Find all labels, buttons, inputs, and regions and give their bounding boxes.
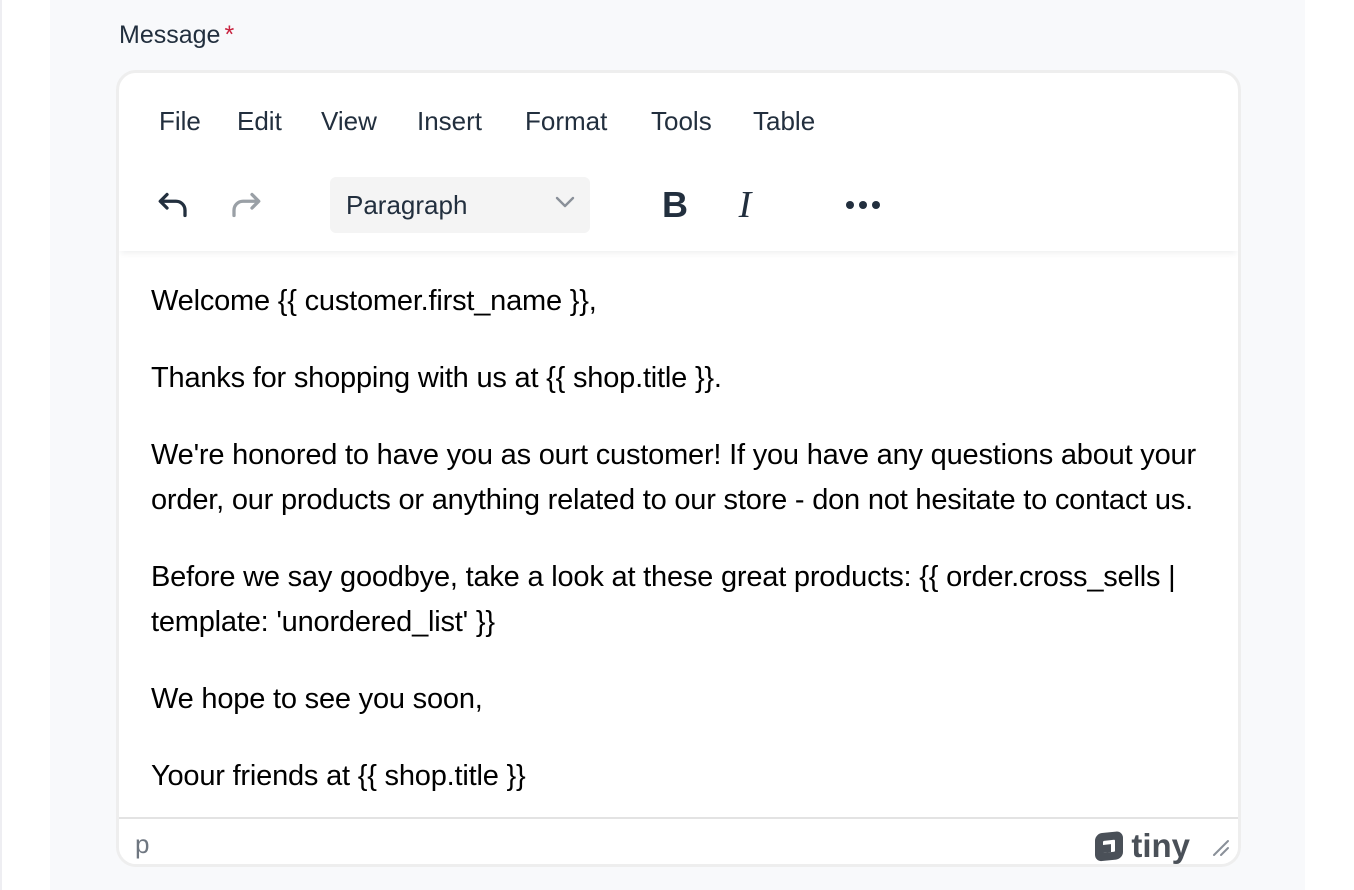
editor-content-area[interactable]: Welcome {{ customer.first_name }}, Thank… (119, 251, 1238, 817)
menu-file[interactable]: File (159, 103, 201, 139)
message-field-label: Message * (119, 19, 234, 51)
menu-tools[interactable]: Tools (651, 103, 712, 139)
rich-text-editor: File Edit View Insert Format Tools Table… (116, 70, 1241, 867)
tiny-logo-icon (1095, 831, 1124, 862)
menu-view[interactable]: View (321, 103, 377, 139)
page-left-border (0, 0, 2, 890)
italic-button[interactable]: I (721, 179, 769, 231)
redo-icon (232, 192, 261, 218)
more-tools-button[interactable] (837, 181, 889, 229)
editor-toolbar: Paragraph B I (119, 165, 1238, 251)
content-paragraph: Welcome {{ customer.first_name }}, (151, 285, 597, 317)
undo-button[interactable] (149, 181, 197, 229)
element-path[interactable]: p (135, 829, 149, 860)
content-paragraph: We're honored to have you as ourt custom… (151, 439, 1196, 516)
chevron-down-icon (555, 196, 575, 208)
block-format-value: Paragraph (346, 189, 468, 220)
menu-table[interactable]: Table (753, 103, 815, 139)
tiny-brand-text: tiny (1131, 827, 1190, 864)
content-paragraph: Yoour friends at {{ shop.title }} (151, 760, 526, 792)
menu-edit[interactable]: Edit (237, 103, 282, 139)
menu-insert[interactable]: Insert (417, 103, 482, 139)
content-paragraph: Thanks for shopping with us at {{ shop.t… (151, 362, 722, 394)
bold-icon: B (662, 184, 688, 225)
bold-button[interactable]: B (651, 179, 699, 231)
tiny-branding-link[interactable]: tiny (1093, 827, 1190, 864)
label-text: Message (119, 21, 221, 49)
menu-format[interactable]: Format (525, 103, 607, 139)
resize-handle-icon[interactable] (1212, 839, 1230, 857)
editor-menubar: File Edit View Insert Format Tools Table (119, 73, 1238, 165)
content-paragraph: Before we say goodbye, take a look at th… (151, 561, 1176, 638)
content-paragraph: We hope to see you soon, (151, 683, 483, 715)
block-format-select[interactable]: Paragraph (330, 177, 590, 233)
undo-icon (158, 192, 187, 218)
editor-statusbar: p tiny (119, 817, 1238, 864)
redo-button[interactable] (222, 181, 270, 229)
more-horizontal-icon (846, 201, 880, 209)
italic-icon: I (738, 184, 752, 226)
required-marker: * (224, 21, 235, 49)
